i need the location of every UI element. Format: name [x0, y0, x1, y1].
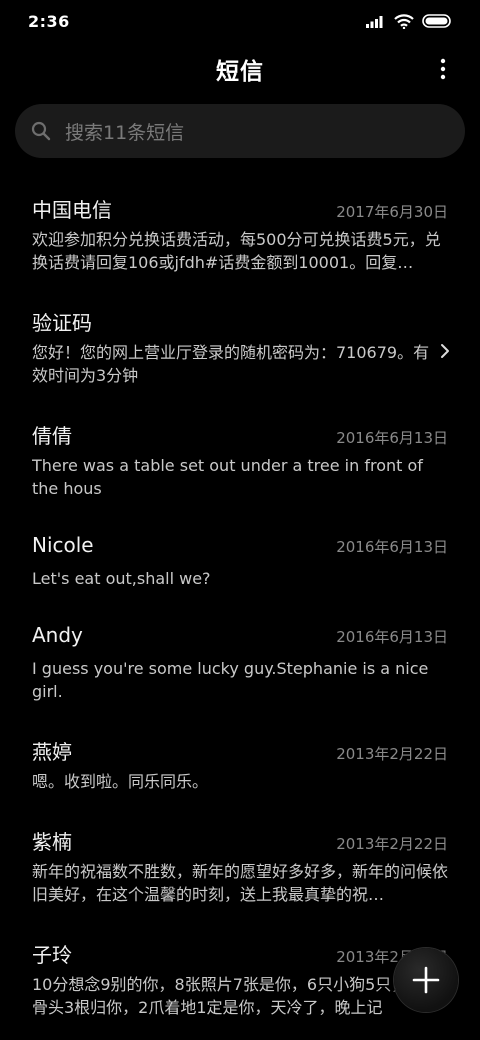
message-preview: Let's eat out,shall we?	[32, 569, 211, 588]
list-item[interactable]: Andy 2016年6月13日 I guess you're some luck…	[0, 623, 480, 703]
sender-name: Nicole	[32, 533, 94, 557]
search-placeholder: 搜索11条短信	[65, 121, 185, 144]
message-preview: 欢迎参加积分兑换话费活动，每500分可兑换话费5元，兑换话费请回复106或jfd…	[32, 230, 441, 272]
search-input[interactable]: 搜索11条短信	[15, 104, 465, 158]
battery-icon	[422, 14, 451, 28]
message-preview: 新年的祝福数不胜数，新年的愿望好多好多，新年的问候依旧美好，在这个温馨的时刻，送…	[32, 862, 448, 904]
sender-name: 子玲	[32, 943, 72, 967]
message-preview: 10分想念9别的你，8张照片7张是你，6只小狗5只，4根骨头3根归你，2爪着地1…	[32, 975, 434, 1017]
sender-name: 中国电信	[32, 198, 112, 222]
chevron-right-icon	[441, 344, 449, 358]
message-date: 2013年2月22日	[336, 835, 448, 853]
app-header: 短信	[0, 46, 480, 92]
message-preview: 嗯。收到啦。同乐同乐。	[32, 772, 209, 791]
status-time: 2:36	[28, 11, 70, 31]
more-vertical-icon	[440, 58, 446, 80]
status-icons	[366, 13, 452, 29]
wifi-icon	[394, 13, 414, 29]
list-item[interactable]: Nicole 2016年6月13日 Let's eat out,shall we…	[0, 533, 480, 590]
sender-name: 燕婷	[32, 740, 72, 764]
search-icon	[31, 121, 51, 141]
sender-name: Andy	[32, 623, 83, 647]
list-item[interactable]: 验证码 您好！您的网上营业厅登录的随机密码为：710679。有效时间为3分钟	[0, 307, 480, 387]
compose-button[interactable]	[394, 948, 458, 1012]
list-item[interactable]: 紫楠 2013年2月22日 新年的祝福数不胜数，新年的愿望好多好多，新年的问候依…	[0, 826, 480, 906]
message-date: 2016年6月13日	[336, 538, 448, 556]
page-title: 短信	[216, 59, 264, 85]
sender-name: 验证码	[32, 311, 92, 335]
message-preview: 您好！您的网上营业厅登录的随机密码为：710679。有效时间为3分钟	[32, 343, 430, 385]
message-date: 2016年6月13日	[336, 628, 448, 646]
list-item[interactable]: 倩倩 2016年6月13日 There was a table set out …	[0, 420, 480, 500]
sender-name: 倩倩	[32, 424, 72, 448]
messages-screen: 2:36 短信 搜索11条短信 中国电信 2017年6月30日 欢迎参加积分兑换…	[0, 0, 480, 1040]
message-date: 2016年6月13日	[336, 429, 448, 447]
list-item[interactable]: 中国电信 2017年6月30日 欢迎参加积分兑换话费活动，每500分可兑换话费5…	[0, 194, 480, 274]
sender-name: 紫楠	[32, 830, 72, 854]
message-date: 2013年2月22日	[336, 745, 448, 763]
plus-icon	[412, 966, 440, 994]
list-item[interactable]: 燕婷 2013年2月22日 嗯。收到啦。同乐同乐。	[0, 736, 480, 793]
message-date: 2017年6月30日	[336, 203, 448, 221]
status-bar: 2:36	[0, 0, 480, 42]
signal-icon	[366, 16, 383, 28]
more-options-button[interactable]	[428, 54, 458, 84]
message-preview: There was a table set out under a tree i…	[32, 456, 423, 498]
message-preview: I guess you're some lucky guy.Stephanie …	[32, 659, 429, 701]
